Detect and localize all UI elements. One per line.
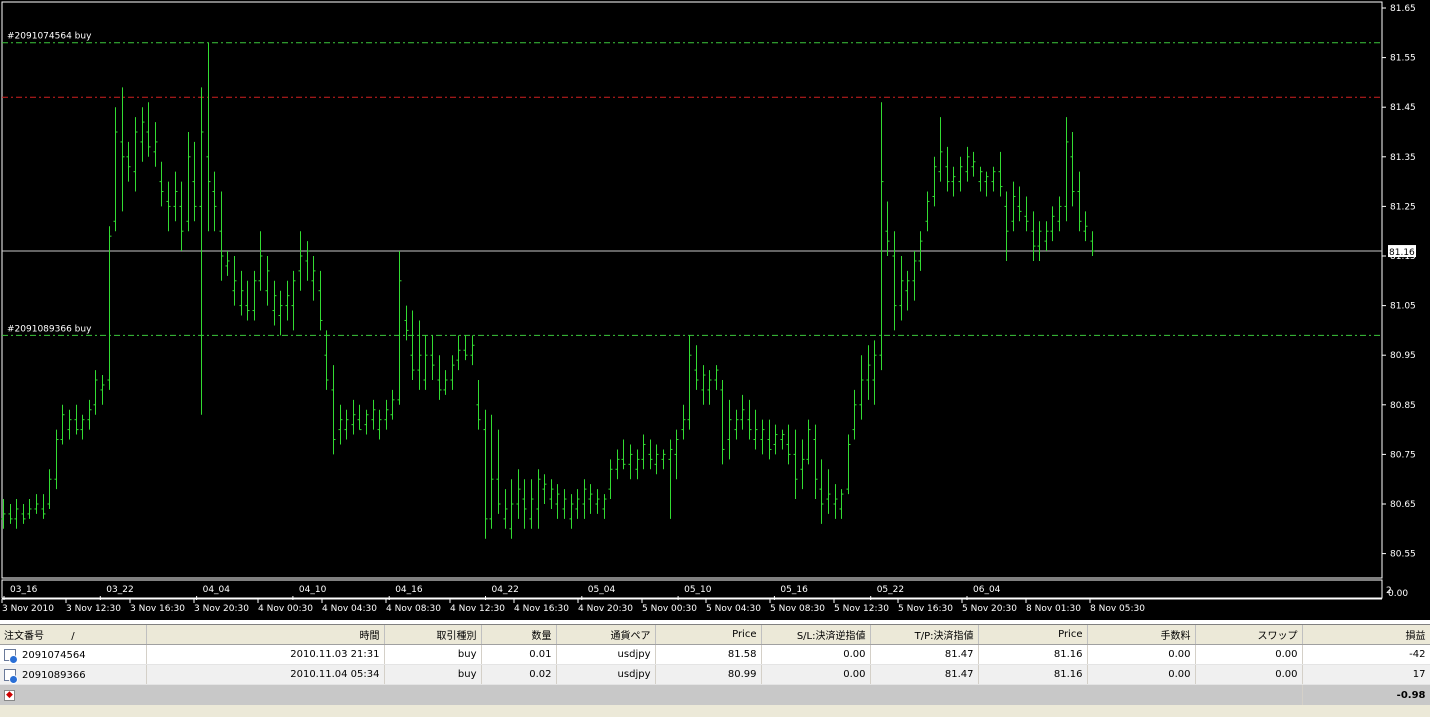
cell-ticket: 2091089366 — [0, 664, 147, 685]
segment-label: 03_22 — [106, 585, 133, 595]
cell-profit: 17 — [1302, 664, 1430, 685]
column-header-symbol[interactable]: 通貨ペア — [556, 625, 656, 645]
total-profit: -0.98 — [1302, 684, 1430, 705]
price-scale-label: 80.95 — [1390, 351, 1416, 361]
cell-current-price: 81.16 — [978, 664, 1088, 685]
cell-commission: 0.00 — [1087, 664, 1196, 685]
price-chart[interactable]: 81.6581.5581.4581.3581.2581.1581.0580.95… — [0, 0, 1430, 620]
corner-label-bottom: 0.00 — [1388, 589, 1408, 599]
segment-label: 04_10 — [299, 585, 327, 595]
price-scale-label: 80.65 — [1390, 500, 1416, 510]
time-label: 5 Nov 00:30 — [642, 604, 697, 614]
segment-label: 06_04 — [973, 585, 1001, 595]
cell-sl: 0.00 — [761, 644, 871, 665]
time-label: 8 Nov 01:30 — [1026, 604, 1081, 614]
column-header-label: 注文番号 — [4, 631, 44, 642]
cell-profit: -42 — [1302, 644, 1430, 665]
column-header-type[interactable]: 取引種別 — [384, 625, 482, 645]
time-label: 5 Nov 08:30 — [770, 604, 825, 614]
column-header-size[interactable]: 数量 — [481, 625, 557, 645]
cell-price: 80.99 — [655, 664, 762, 685]
price-scale-label: 80.75 — [1390, 450, 1416, 460]
sort-indicator: / — [71, 631, 75, 642]
segment-label: 03_16 — [10, 585, 38, 595]
cell-tp: 81.47 — [870, 664, 979, 685]
table-header-row: 注文番号 / 時間 取引種別 数量 通貨ペア Price S/L:決済逆指値 T… — [0, 625, 1430, 645]
cell-symbol: usdjpy — [556, 664, 656, 685]
time-label: 4 Nov 04:30 — [322, 604, 377, 614]
time-label: 3 Nov 12:30 — [66, 604, 121, 614]
time-label: 3 Nov 2010 — [2, 604, 54, 614]
segment-label: 04_22 — [492, 585, 519, 595]
cell-swap: 0.00 — [1195, 664, 1303, 685]
cell-swap: 0.00 — [1195, 644, 1303, 665]
time-label: 4 Nov 12:30 — [450, 604, 505, 614]
segment-label: 05_22 — [877, 585, 904, 595]
time-label: 5 Nov 12:30 — [834, 604, 889, 614]
price-scale-label: 81.45 — [1390, 103, 1416, 113]
ticket-value: 2091089366 — [22, 669, 86, 681]
price-scale-label: 81.65 — [1390, 4, 1416, 14]
column-header-time[interactable]: 時間 — [146, 625, 385, 645]
cell-current-price: 81.16 — [978, 644, 1088, 665]
price-scale-label: 80.85 — [1390, 401, 1416, 411]
price-scale-label: 81.25 — [1390, 202, 1416, 212]
time-label: 5 Nov 16:30 — [898, 604, 953, 614]
column-header-current-price[interactable]: Price — [978, 625, 1088, 645]
cell-symbol: usdjpy — [556, 644, 656, 665]
chart-window[interactable]: 81.6581.5581.4581.3581.2581.1581.0580.95… — [0, 0, 1430, 620]
cell-sl: 0.00 — [761, 664, 871, 685]
cell-commission: 0.00 — [1087, 644, 1196, 665]
time-label: 4 Nov 00:30 — [258, 604, 313, 614]
segment-label: 05_16 — [780, 585, 808, 595]
cell-type: buy — [384, 664, 482, 685]
time-label: 3 Nov 16:30 — [130, 604, 185, 614]
column-header-price[interactable]: Price — [655, 625, 762, 645]
time-label: 4 Nov 16:30 — [514, 604, 569, 614]
total-row: ◆ -0.98 — [0, 684, 1430, 705]
total-row-icon-cell: ◆ — [0, 684, 1303, 705]
column-header-ticket[interactable]: 注文番号 / — [0, 625, 147, 645]
terminal-panel: 注文番号 / 時間 取引種別 数量 通貨ペア Price S/L:決済逆指値 T… — [0, 624, 1430, 717]
trade-table: 注文番号 / 時間 取引種別 数量 通貨ペア Price S/L:決済逆指値 T… — [0, 625, 1430, 705]
cell-size: 0.02 — [481, 664, 557, 685]
time-label: 5 Nov 20:30 — [962, 604, 1017, 614]
segment-label: 05_10 — [684, 585, 712, 595]
table-row[interactable]: 2091089366 2010.11.04 05:34 buy 0.02 usd… — [0, 664, 1430, 685]
order-icon — [4, 648, 18, 664]
segment-label: 04_16 — [395, 585, 423, 595]
cell-size: 0.01 — [481, 644, 557, 665]
column-header-commission[interactable]: 手数料 — [1087, 625, 1196, 645]
cell-time: 2010.11.04 05:34 — [146, 664, 385, 685]
time-label: 3 Nov 20:30 — [194, 604, 249, 614]
segment-label: 04_04 — [203, 585, 231, 595]
price-scale-label: 81.35 — [1390, 153, 1416, 163]
cell-ticket: 2091074564 — [0, 644, 147, 665]
order-line-label: #2091089366 buy — [7, 324, 92, 334]
cell-tp: 81.47 — [870, 644, 979, 665]
price-scale-label: 80.55 — [1390, 550, 1416, 560]
time-label: 5 Nov 04:30 — [706, 604, 761, 614]
price-scale-label: 81.55 — [1390, 54, 1416, 64]
balance-icon: ◆ — [4, 690, 15, 701]
order-icon — [4, 668, 18, 684]
column-header-swap[interactable]: スワップ — [1195, 625, 1303, 645]
ticket-value: 2091074564 — [22, 649, 86, 661]
time-label: 8 Nov 05:30 — [1090, 604, 1145, 614]
cell-time: 2010.11.03 21:31 — [146, 644, 385, 665]
time-label: 4 Nov 20:30 — [578, 604, 633, 614]
column-header-profit[interactable]: 損益 — [1302, 625, 1430, 645]
column-header-sl[interactable]: S/L:決済逆指値 — [761, 625, 871, 645]
segment-label: 05_04 — [588, 585, 616, 595]
order-line-label: #2091074564 buy — [7, 32, 92, 42]
current-price-label: 81.16 — [1389, 248, 1415, 258]
table-row[interactable]: 2091074564 2010.11.03 21:31 buy 0.01 usd… — [0, 644, 1430, 665]
time-label: 4 Nov 08:30 — [386, 604, 441, 614]
cell-price: 81.58 — [655, 644, 762, 665]
price-scale-label: 81.05 — [1390, 302, 1416, 312]
cell-type: buy — [384, 644, 482, 665]
column-header-tp[interactable]: T/P:決済指値 — [870, 625, 979, 645]
